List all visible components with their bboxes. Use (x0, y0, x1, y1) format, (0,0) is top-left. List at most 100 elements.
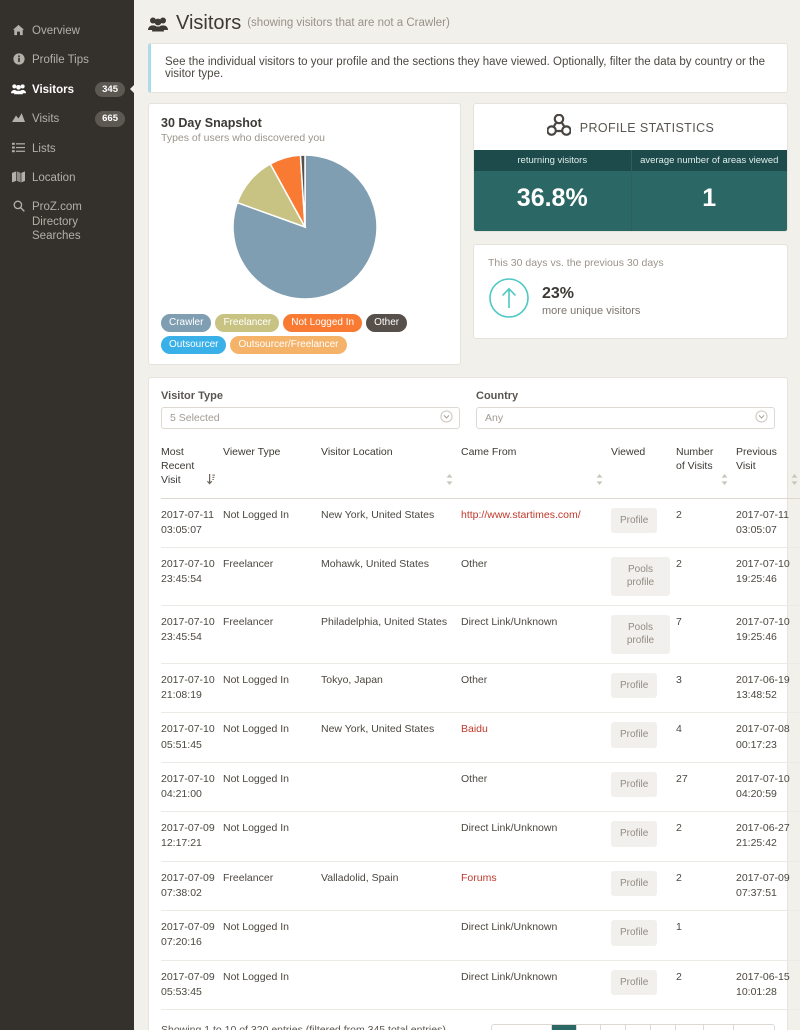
cell-came-from-text[interactable]: Baidu (461, 723, 488, 735)
cell-viewed[interactable]: Profile (611, 663, 676, 714)
table-column-header[interactable]: Viewed (611, 445, 676, 499)
cell-came-from[interactable]: Baidu (461, 712, 611, 763)
cell-most-recent-visit: 2017-07-09 07:20:16 (161, 910, 223, 961)
country-value: Any (485, 412, 504, 424)
cell-most-recent-visit-text: 2017-07-10 05:51:45 (161, 723, 215, 751)
legend-pill[interactable]: Outsourcer/Freelancer (230, 336, 347, 354)
comparison-title: This 30 days vs. the previous 30 days (488, 257, 664, 270)
sort-descending-icon[interactable] (206, 473, 215, 487)
table-column-label: Previous Visit (736, 446, 777, 473)
cell-most-recent-visit: 2017-07-09 07:38:02 (161, 861, 223, 912)
cell-viewed-text[interactable]: Profile (611, 722, 658, 748)
cell-came-from[interactable]: http://www.startimes.com/ (461, 498, 611, 548)
sidebar-item-proz-com-directory-searches[interactable]: ProZ.com Directory Searches (0, 192, 134, 250)
pagination-[interactable]: ... (675, 1025, 704, 1030)
cell-viewed[interactable]: Pools profile (611, 605, 676, 664)
sort-icon[interactable] (791, 473, 798, 487)
chart-legend: Crawler Freelancer Not Logged In Other Outso… (161, 312, 448, 354)
cell-visitor-location: New York, United States (321, 712, 461, 763)
cell-previous-visit: 2017-06-27 21:25:42 (736, 811, 800, 862)
cell-came-from-text[interactable]: Forums (461, 872, 497, 884)
active-indicator-caret (130, 84, 135, 95)
cell-came-from: Direct Link/Unknown (461, 960, 611, 1011)
sort-icon[interactable] (596, 473, 603, 487)
cell-viewer-type: Freelancer (223, 605, 321, 664)
cell-viewed[interactable]: Pools profile (611, 547, 676, 606)
sidebar-item-label: Profile Tips (32, 54, 89, 67)
pagination-2[interactable]: 2 (576, 1025, 602, 1030)
sidebar-item-visitors[interactable]: Visitors 345 (0, 75, 135, 104)
cell-viewer-type: Not Logged In (223, 762, 321, 813)
cell-number-of-visits: 3 (676, 663, 736, 714)
legend-pill[interactable]: Crawler (161, 314, 212, 332)
pagination-32[interactable]: 32 (703, 1025, 735, 1030)
table-row: 2017-07-10 23:45:54 Freelancer Mohawk, Uni… (161, 547, 800, 606)
cell-came-from-text[interactable]: http://www.startimes.com/ (461, 509, 581, 521)
cell-viewed-text[interactable]: Pools profile (611, 556, 670, 596)
map-icon (11, 171, 26, 183)
cell-viewer-type: Freelancer (223, 861, 321, 912)
stat-label: returning visitors (474, 150, 631, 172)
cell-viewer-type-text: Not Logged In (223, 921, 289, 934)
cell-viewed-text[interactable]: Profile (611, 672, 658, 699)
visitor-type-select[interactable]: 5 Selected (161, 407, 460, 429)
cell-viewed[interactable]: Profile (611, 910, 676, 961)
cell-most-recent-visit-text: 2017-07-09 12:17:21 (161, 822, 215, 850)
table-column-header[interactable]: Previous Visit (736, 445, 800, 499)
table-column-header[interactable]: Number of Visits (676, 445, 736, 499)
stat-returning-visitors: returning visitors 36.8% (474, 150, 631, 232)
page-header: Visitors (showing visitors that are not … (134, 0, 794, 43)
legend-pill[interactable]: Outsourcer (161, 336, 227, 354)
table-column-header[interactable]: Most Recent Visit (161, 445, 223, 499)
cell-viewed[interactable]: Profile (611, 498, 676, 548)
cell-viewed[interactable]: Profile (611, 762, 676, 813)
cell-viewed-text[interactable]: Profile (611, 507, 658, 534)
pagination-4[interactable]: 4 (626, 1025, 652, 1030)
legend-pill[interactable]: Other (366, 314, 408, 332)
cell-previous-visit-text: 2017-06-15 10:01:28 (736, 970, 790, 998)
country-select[interactable]: Any (476, 407, 775, 429)
pagination-1[interactable]: 1 (551, 1025, 577, 1030)
chart-icon (11, 112, 26, 123)
pagination-3[interactable]: 3 (601, 1025, 627, 1030)
pagination-previous[interactable]: Previous (491, 1025, 552, 1030)
sidebar-item-profile-tips[interactable]: Profile Tips (0, 45, 134, 74)
legend-pill[interactable]: Not Logged In (283, 314, 363, 332)
cell-viewed[interactable]: Profile (611, 811, 676, 862)
pagination-next[interactable]: Next (734, 1025, 774, 1030)
cell-viewed-text[interactable]: Profile (611, 969, 658, 996)
search-icon (11, 200, 26, 213)
cell-visitor-location (321, 960, 461, 1011)
cell-viewed[interactable]: Profile (611, 712, 676, 763)
visitor-type-value: 5 Selected (170, 412, 220, 424)
cell-previous-visit-text: 2017-07-10 19:25:46 (736, 557, 790, 586)
sidebar-item-lists[interactable]: Lists (0, 134, 134, 163)
table-column-header[interactable]: Viewer Type (223, 445, 321, 499)
comparison-text: more unique visitors (542, 304, 641, 317)
sidebar-item-overview[interactable]: Overview (0, 16, 134, 45)
cell-viewed-text[interactable]: Profile (611, 870, 658, 897)
cell-number-of-visits-text: 2 (676, 557, 682, 570)
cell-viewer-type-text: Not Logged In (223, 508, 289, 521)
cell-came-from[interactable]: Forums (461, 861, 611, 912)
cell-previous-visit: 2017-07-08 00:17:23 (736, 712, 800, 763)
cell-viewed-text[interactable]: Profile (611, 821, 658, 847)
sort-icon[interactable] (446, 473, 453, 487)
cell-visitor-location: New York, United States (321, 498, 461, 548)
sidebar-item-location[interactable]: Location (0, 163, 134, 192)
cell-viewed[interactable]: Profile (611, 861, 676, 912)
sort-icon[interactable] (721, 473, 728, 487)
table-column-header[interactable]: Came From (461, 445, 611, 499)
filter-label: Visitor Type (161, 390, 223, 402)
cell-visitor-location (321, 910, 461, 961)
cell-viewed-text[interactable]: Profile (611, 771, 658, 798)
cell-number-of-visits: 4 (676, 712, 736, 763)
cell-viewed-text[interactable]: Profile (611, 920, 658, 946)
cell-viewed-text[interactable]: Pools profile (611, 614, 670, 654)
sidebar-item-visits[interactable]: Visits 665 (0, 104, 134, 133)
cell-viewed[interactable]: Profile (611, 960, 676, 1011)
pagination-5[interactable]: 5 (651, 1025, 676, 1030)
table-column-header[interactable]: Visitor Location (321, 445, 461, 499)
cell-most-recent-visit: 2017-07-09 12:17:21 (161, 811, 223, 862)
legend-pill[interactable]: Freelancer (215, 314, 280, 332)
